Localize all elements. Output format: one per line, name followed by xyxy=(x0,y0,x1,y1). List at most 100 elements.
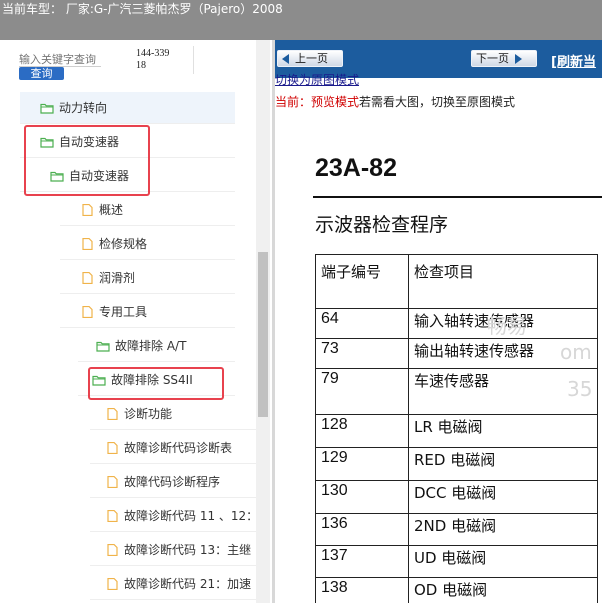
search-divider xyxy=(193,46,194,74)
document-icon xyxy=(82,305,93,318)
tree-item-troubleshooting-ss4ii[interactable]: 故障排除 SS4II xyxy=(78,364,235,396)
check-item: 输出轴转速传感器 xyxy=(408,338,598,369)
page-number: 23A-82 xyxy=(315,154,397,182)
document-icon xyxy=(82,203,93,216)
folder-open-icon xyxy=(96,341,110,352)
terminal-number: 79 xyxy=(315,368,409,415)
check-item: 2ND 电磁阀 xyxy=(408,513,598,546)
terminal-number: 73 xyxy=(315,338,409,369)
folder-open-icon xyxy=(40,103,54,114)
check-item: RED 电磁阀 xyxy=(408,447,598,481)
check-item: 输入轴转速传感器 xyxy=(408,308,598,339)
table-row: 129 RED 电磁阀 xyxy=(315,447,598,481)
tree-item-label: 故障排除 SS4II xyxy=(111,373,193,387)
tree-item-label: 故障诊断代码 13：主继 xyxy=(124,543,252,557)
tree-item-label: 动力转向 xyxy=(59,101,108,115)
document-icon xyxy=(107,407,118,420)
arrow-left-icon xyxy=(282,53,289,64)
tree-item-lubricant[interactable]: 润滑剂 xyxy=(60,262,235,294)
tree-item-dtc-procedure[interactable]: 故障代码诊断程序 xyxy=(90,466,256,498)
tree-item-label: 自动变速器 xyxy=(69,169,130,183)
tree-item-specs[interactable]: 检修规格 xyxy=(60,228,235,260)
check-item: LR 电磁阀 xyxy=(408,414,598,448)
terminal-number: 137 xyxy=(315,545,409,578)
column-header: 检查项目 xyxy=(408,254,598,309)
tree-item-label: 故障代码诊断程序 xyxy=(124,475,221,489)
sidebar-scrollbar[interactable] xyxy=(256,40,270,603)
check-item: UD 电磁阀 xyxy=(408,545,598,578)
terminal-number: 136 xyxy=(315,513,409,546)
document-icon xyxy=(82,271,93,284)
folder-open-icon xyxy=(92,375,106,386)
tree-item-label: 润滑剂 xyxy=(99,271,136,285)
tree-item-diagnostic-function[interactable]: 诊断功能 xyxy=(90,398,256,430)
check-item: OD 电磁阀 xyxy=(408,577,598,603)
table-row: 137 UD 电磁阀 xyxy=(315,545,598,578)
mode-status: 当前：预览模式若需看大图，切换至原图模式 xyxy=(275,93,515,110)
search-input[interactable] xyxy=(19,52,101,67)
tree-item-dtc-table[interactable]: 故障诊断代码诊断表 xyxy=(90,432,256,464)
table-row: 138 OD 电磁阀 xyxy=(315,577,598,603)
next-page-button[interactable]: 下一页 xyxy=(471,50,537,67)
table-row: 73 输出轴转速传感器 xyxy=(315,338,598,369)
column-header: 端子编号 xyxy=(315,254,409,309)
document-icon xyxy=(107,475,118,488)
refresh-link[interactable]: [刷新当 xyxy=(551,51,596,70)
terminal-number: 128 xyxy=(315,414,409,448)
catalog-code: 144-33918 xyxy=(136,48,170,72)
table-row: 64 输入轴转速传感器 xyxy=(315,308,598,339)
folder-open-icon xyxy=(50,171,64,182)
manual-page: 23A-82 示波器检查程序 端子编号 检查项目 64 输入轴转速传感器 73 输出… xyxy=(275,112,602,603)
document-icon xyxy=(107,509,118,522)
terminal-number: 138 xyxy=(315,577,409,603)
tree-item-label: 概述 xyxy=(99,203,124,217)
terminal-number: 129 xyxy=(315,447,409,481)
catalog-sidebar: 查询 144-33918 动力转向 自动变速器 自动变速器 概述 检修规格 润滑… xyxy=(0,40,272,603)
mode-hint: 若需看大图，切换至原图模式 xyxy=(359,95,516,109)
tree-item-troubleshooting-at[interactable]: 故障排除 A/T xyxy=(78,330,235,362)
arrow-right-icon xyxy=(515,53,522,64)
tree-item-dtc-11-12[interactable]: 故障诊断代码 11 、12： xyxy=(90,500,259,532)
check-item: DCC 电磁阀 xyxy=(408,480,598,514)
tree-item-label: 检修规格 xyxy=(99,237,148,251)
tree-item-power-steering[interactable]: 动力转向 xyxy=(20,92,235,124)
tree-item-dtc-21[interactable]: 故障诊断代码 21：加速 xyxy=(90,568,256,600)
table-header-row: 端子编号 检查项目 xyxy=(315,254,598,309)
table-row: 79 车速传感器 xyxy=(315,368,598,415)
tree-item-special-tools[interactable]: 专用工具 xyxy=(60,296,235,328)
table-row: 130 DCC 电磁阀 xyxy=(315,480,598,514)
document-viewer: 上一页 下一页 [刷新当 切换为原图模式 当前：预览模式若需看大图，切换至原图模… xyxy=(275,40,602,603)
tree-item-transmission[interactable]: 自动变速器 xyxy=(20,126,235,158)
check-item: 车速传感器 xyxy=(408,368,598,415)
tree-item-label: 故障排除 A/T xyxy=(115,339,187,353)
document-icon xyxy=(107,441,118,454)
tree-item-transmission-sub[interactable]: 自动变速器 xyxy=(20,160,235,192)
current-mode-label: 当前：预览模式 xyxy=(275,95,360,109)
tree-item-label: 故障诊断代码 21：加速 xyxy=(124,577,252,591)
table-row: 128 LR 电磁阀 xyxy=(315,414,598,448)
switch-original-mode-link[interactable]: 切换为原图模式 xyxy=(275,73,359,87)
document-icon xyxy=(82,237,93,250)
tree-item-label: 故障诊断代码诊断表 xyxy=(124,441,233,455)
vehicle-title: 当前车型： 厂家:G-广汽三菱帕杰罗（Pajero）2008 xyxy=(2,2,283,16)
vehicle-header-bar: 当前车型： 厂家:G-广汽三菱帕杰罗（Pajero）2008 xyxy=(0,0,602,40)
tree-item-overview[interactable]: 概述 xyxy=(60,194,235,226)
tree-item-label: 故障诊断代码 11 、12： xyxy=(124,509,259,523)
prev-page-button[interactable]: 上一页 xyxy=(277,50,343,67)
terminal-table: 端子编号 检查项目 64 输入轴转速传感器 73 输出轴转速传感器 79 车速传感器 … xyxy=(315,254,598,603)
header-rule xyxy=(313,196,602,198)
tree-item-dtc-13[interactable]: 故障诊断代码 13：主继 xyxy=(90,534,256,566)
terminal-number: 130 xyxy=(315,480,409,514)
folder-open-icon xyxy=(40,137,54,148)
tree-item-label: 专用工具 xyxy=(99,305,148,319)
search-button[interactable]: 查询 xyxy=(19,67,64,80)
sidebar-scrollbar-thumb[interactable] xyxy=(258,252,268,417)
table-row: 136 2ND 电磁阀 xyxy=(315,513,598,546)
next-page-label: 下一页 xyxy=(476,52,509,65)
section-heading: 示波器检查程序 xyxy=(315,214,449,236)
prev-page-label: 上一页 xyxy=(295,52,328,65)
document-icon xyxy=(107,543,118,556)
tree-item-label: 诊断功能 xyxy=(124,407,173,421)
tree-item-label: 自动变速器 xyxy=(59,135,120,149)
terminal-number: 64 xyxy=(315,308,409,339)
